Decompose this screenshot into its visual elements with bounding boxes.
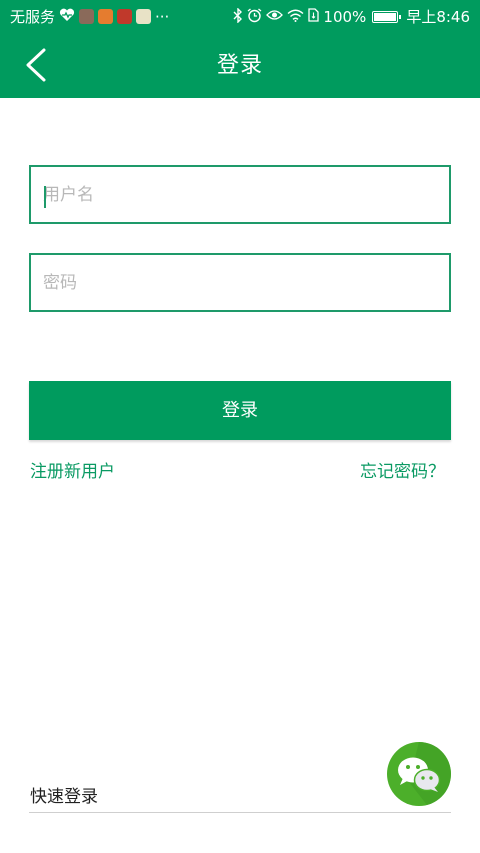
password-field-container (29, 253, 451, 312)
battery-icon (372, 10, 402, 23)
status-right: 100% 早上8:46 (233, 6, 470, 27)
bluetooth-icon (233, 6, 243, 26)
app-bar: 登录 (0, 33, 480, 98)
alarm-icon (247, 7, 262, 26)
clock-time: 早上8:46 (406, 8, 470, 26)
quick-login-label: 快速登录 (30, 787, 98, 807)
heart-pulse-icon (59, 8, 75, 25)
app-icon-3 (117, 9, 133, 24)
app-icon-4 (136, 9, 152, 24)
eye-icon (266, 9, 284, 24)
text-cursor (44, 186, 46, 208)
forgot-password-link[interactable]: 忘记密码？ (360, 457, 445, 482)
quick-login-divider (29, 812, 451, 813)
status-bar: 无服务 ··· 100% 早上8:46 (0, 0, 480, 33)
app-icon-2 (98, 9, 114, 24)
wifi-icon (287, 9, 304, 25)
wechat-login-button[interactable] (387, 742, 451, 806)
username-field-container (29, 165, 451, 224)
sim-icon (308, 8, 320, 25)
more-notifications-indicator: ··· (155, 7, 170, 26)
status-left: 无服务 ··· (10, 6, 169, 27)
login-screen: 无服务 ··· 100% 早上8:46 登录 用户名 登录 注册新用户 忘记密码… (0, 0, 480, 853)
username-input[interactable] (31, 167, 449, 222)
page-title: 登录 (216, 53, 263, 78)
password-input[interactable] (31, 255, 449, 310)
login-button[interactable]: 登录 (29, 381, 451, 440)
battery-percent: 100% (323, 7, 367, 26)
register-link[interactable]: 注册新用户 (30, 457, 115, 482)
wechat-icon (387, 742, 451, 806)
app-icon-1 (79, 9, 95, 24)
carrier-text: 无服务 (10, 8, 56, 26)
